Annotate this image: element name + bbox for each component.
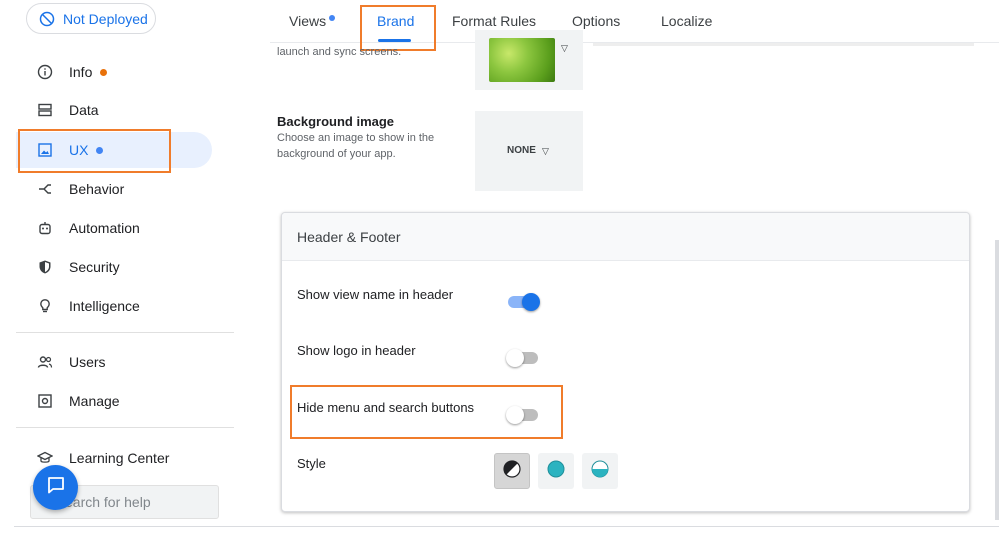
ux-image-icon xyxy=(37,142,53,158)
tab-label: Format Rules xyxy=(452,13,537,29)
sidebar: Not Deployed Info Data UX Behavior Autom… xyxy=(0,0,240,533)
toggle-knob xyxy=(522,293,540,311)
sidebar-item-security[interactable]: Security xyxy=(16,249,212,285)
sidebar-item-label: Behavior xyxy=(69,181,125,197)
scrollbar[interactable] xyxy=(995,240,999,520)
header-footer-card-header: Header & Footer xyxy=(282,213,969,261)
show-logo-label: Show logo in header xyxy=(297,343,416,358)
tab-label: Options xyxy=(572,13,621,29)
launch-image-thumbnail xyxy=(489,38,555,82)
sidebar-item-label: Users xyxy=(69,354,106,370)
views-badge-dot xyxy=(329,15,336,21)
hide-menu-search-label: Hide menu and search buttons xyxy=(297,400,475,415)
sidebar-item-label: Learning Center xyxy=(69,450,170,466)
behavior-icon xyxy=(37,181,53,197)
automation-robot-icon xyxy=(37,220,53,236)
tab-options[interactable]: Options xyxy=(572,13,620,29)
tab-format-rules[interactable]: Format Rules xyxy=(452,13,536,29)
sidebar-divider xyxy=(16,427,234,428)
sidebar-item-label: Automation xyxy=(69,220,140,236)
info-badge-dot xyxy=(100,68,108,76)
manage-icon xyxy=(37,393,53,409)
background-image-desc-1: Choose an image to show in the xyxy=(277,132,435,144)
sidebar-item-behavior[interactable]: Behavior xyxy=(16,171,212,207)
bottom-divider xyxy=(14,526,999,527)
sidebar-item-label: Intelligence xyxy=(69,298,140,314)
sidebar-item-users[interactable]: Users xyxy=(16,344,212,380)
tab-brand[interactable]: Brand xyxy=(377,13,414,29)
half-teal-circle-icon xyxy=(591,460,609,483)
deploy-status-label: Not Deployed xyxy=(63,10,148,27)
show-view-name-label: Show view name in header xyxy=(297,287,454,302)
tab-label: Localize xyxy=(661,13,713,29)
sidebar-item-label: Manage xyxy=(69,393,120,409)
hide-menu-search-toggle[interactable] xyxy=(506,405,540,425)
sidebar-item-label: Security xyxy=(69,259,120,275)
background-image-value: NONE xyxy=(507,145,536,156)
info-icon xyxy=(37,64,53,80)
sidebar-item-label: UX xyxy=(69,142,89,158)
deploy-status-chip[interactable]: Not Deployed xyxy=(26,3,156,34)
chevron-down-icon: ▽ xyxy=(542,146,549,156)
active-tab-indicator xyxy=(378,39,411,42)
half-contrast-icon xyxy=(503,459,521,483)
tab-label: Views xyxy=(289,13,327,29)
header-footer-card: Header & Footer Show view name in header… xyxy=(281,212,970,512)
sidebar-item-label: Data xyxy=(69,102,99,118)
launch-image-chevron-down-icon[interactable]: ▽ xyxy=(561,43,568,54)
sidebar-item-intelligence[interactable]: Intelligence xyxy=(16,288,212,324)
sidebar-item-ux[interactable]: UX xyxy=(16,132,212,168)
sidebar-item-label: Info xyxy=(69,64,93,80)
not-deployed-icon xyxy=(39,11,55,27)
sidebar-item-info[interactable]: Info xyxy=(16,54,212,90)
ux-badge-dot xyxy=(96,146,104,154)
sidebar-item-data[interactable]: Data xyxy=(16,92,212,128)
sidebar-item-manage[interactable]: Manage xyxy=(16,383,212,419)
tab-label: Brand xyxy=(377,13,415,29)
launch-description: launch and sync screens. xyxy=(277,46,402,58)
sidebar-item-automation[interactable]: Automation xyxy=(16,210,212,246)
teal-circle-icon xyxy=(547,460,565,483)
top-field-strip xyxy=(593,43,974,46)
app-root: Not Deployed Info Data UX Behavior Autom… xyxy=(0,0,999,533)
chat-icon xyxy=(46,475,66,500)
background-image-desc-2: background of your app. xyxy=(277,148,396,160)
tab-views[interactable]: Views xyxy=(289,13,336,29)
show-logo-toggle[interactable] xyxy=(506,348,540,368)
lightbulb-icon xyxy=(37,298,53,314)
shield-icon xyxy=(37,259,53,275)
toggle-knob xyxy=(506,349,524,367)
header-footer-title: Header & Footer xyxy=(297,229,401,245)
style-option-teal[interactable] xyxy=(538,453,574,489)
tab-localize[interactable]: Localize xyxy=(661,13,712,29)
data-icon xyxy=(37,102,53,118)
users-icon xyxy=(37,354,53,370)
search-help-placeholder: earch for help xyxy=(65,494,151,510)
style-option-half-contrast[interactable] xyxy=(494,453,530,489)
sidebar-divider xyxy=(16,332,234,333)
style-label: Style xyxy=(297,456,326,471)
chat-button[interactable] xyxy=(33,465,78,510)
background-image-title: Background image xyxy=(277,114,395,129)
toggle-knob xyxy=(506,406,524,424)
graduation-cap-icon xyxy=(37,450,53,466)
show-view-name-toggle[interactable] xyxy=(506,292,540,312)
style-option-half-teal[interactable] xyxy=(582,453,618,489)
